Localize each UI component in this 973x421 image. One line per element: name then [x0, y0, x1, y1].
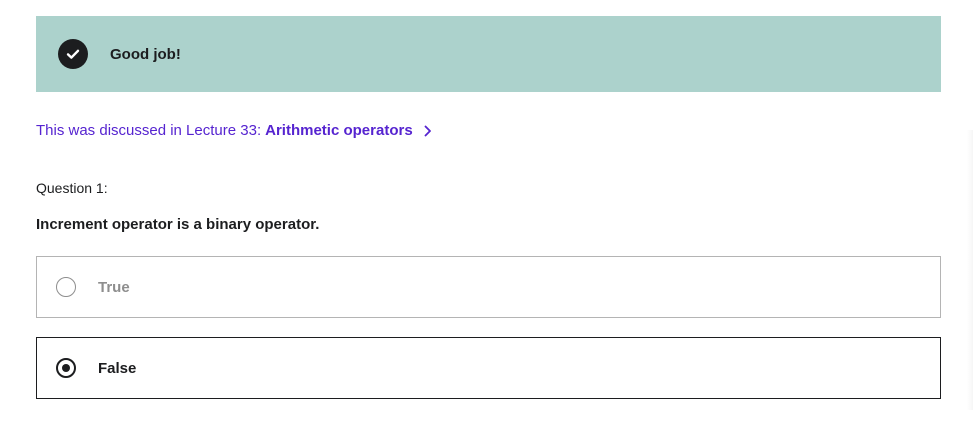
quiz-result-page: Good job! This was discussed in Lecture …	[0, 0, 973, 421]
lecture-name: Arithmetic operators	[265, 122, 413, 139]
chevron-right-icon	[423, 125, 433, 137]
answer-option-label: False	[98, 359, 137, 377]
lecture-reference-prefix: This was discussed in Lecture 33:	[36, 122, 262, 139]
radio-unselected-icon[interactable]	[56, 277, 76, 297]
radio-selected-icon[interactable]	[56, 358, 76, 378]
answer-option-false[interactable]: False	[36, 337, 941, 399]
question-number: Question 1:	[36, 180, 108, 196]
feedback-banner: Good job!	[36, 16, 941, 92]
checkmark-circle-icon	[58, 39, 88, 69]
answer-option-true[interactable]: True	[36, 256, 941, 318]
answer-option-label: True	[98, 278, 130, 296]
lecture-reference-link[interactable]: This was discussed in Lecture 33: Arithm…	[36, 122, 433, 139]
scrollbar-track[interactable]	[967, 130, 973, 410]
feedback-message: Good job!	[110, 45, 181, 63]
radio-dot	[62, 364, 70, 372]
question-prompt: Increment operator is a binary operator.	[36, 216, 320, 233]
